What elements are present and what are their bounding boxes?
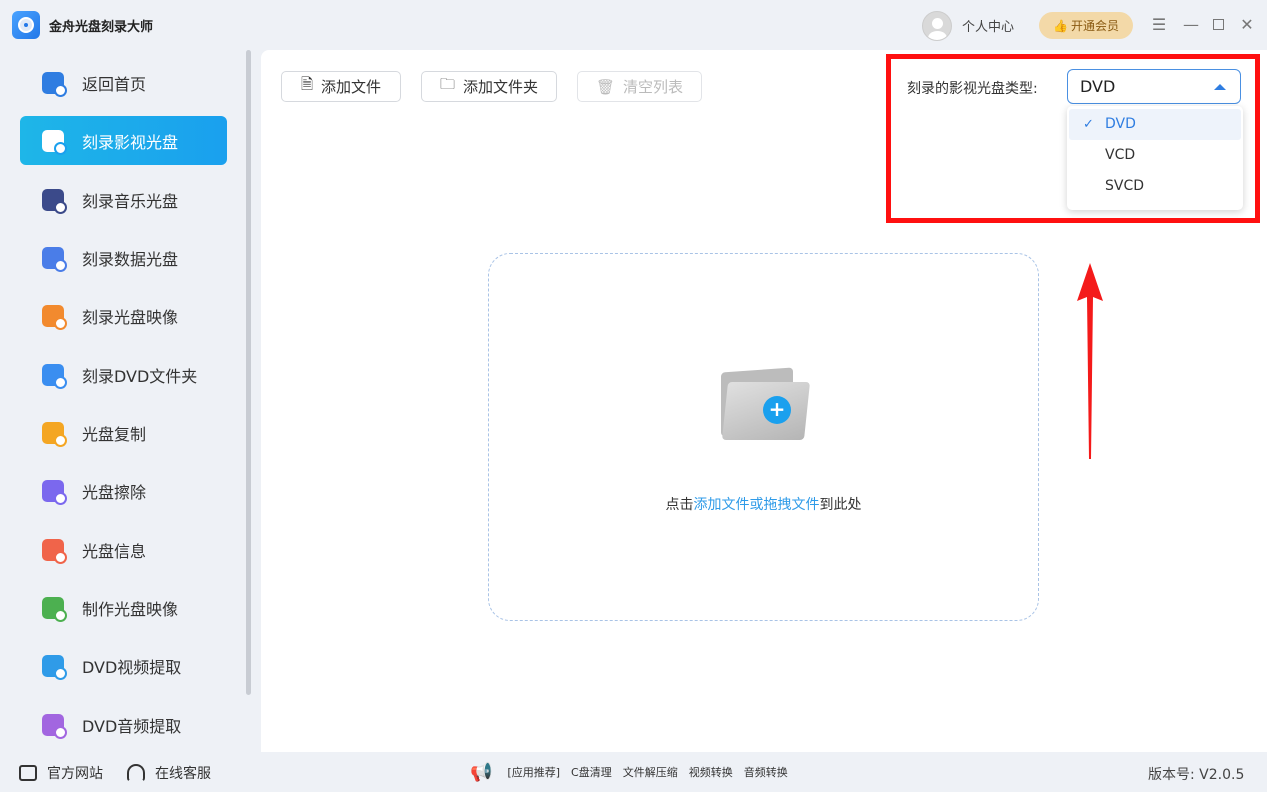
sidebar-scrollbar[interactable]: [246, 50, 251, 695]
erase-disc-icon: [42, 479, 67, 505]
file-drop-zone[interactable]: + 点击添加文件或拖拽文件到此处: [488, 253, 1039, 621]
app-recommendations: 📢 [应用推荐] C盘清理 文件解压缩 视频转换 音频转换: [470, 761, 788, 783]
sidebar-item-label: 返回首页: [82, 74, 147, 94]
official-site-link[interactable]: 官方网站: [19, 763, 103, 783]
highlight-frame: [886, 54, 1260, 223]
headset-icon: [127, 764, 145, 782]
red-arrow-icon: [1077, 263, 1103, 459]
music-disc-icon: [42, 188, 67, 214]
footer: 官方网站 在线客服 📢 [应用推荐] C盘清理 文件解压缩 视频转换 音频转换 …: [0, 752, 1267, 792]
copy-disc-icon: [42, 421, 67, 447]
sidebar-item-label: DVD音频提取: [82, 716, 182, 736]
audio-extract-icon: [42, 713, 67, 739]
vip-button-label: 开通会员: [1070, 19, 1119, 33]
sidebar-item-label: 光盘擦除: [82, 482, 147, 502]
main-panel: 🗎 添加文件 🗀 添加文件夹 🗑 清空列表 刻录的影视光盘类型: DVD ✓ D…: [261, 50, 1267, 752]
avatar[interactable]: [922, 11, 952, 41]
add-file-link[interactable]: 添加文件或拖拽文件: [694, 497, 820, 513]
sidebar-item-make-image[interactable]: 制作光盘映像: [20, 583, 227, 632]
sidebar-item-label: DVD视频提取: [82, 657, 182, 677]
promo-audio-convert[interactable]: 音频转换: [744, 764, 788, 780]
info-disc-icon: [42, 538, 67, 564]
app-title: 金舟光盘刻录大师: [49, 20, 154, 35]
promo-unzip[interactable]: 文件解压缩: [623, 764, 678, 780]
sidebar-item-label: 刻录影视光盘: [82, 132, 179, 152]
sidebar-item-burn-music[interactable]: 刻录音乐光盘: [20, 175, 227, 224]
sidebar-item-dvd-video-extract[interactable]: DVD视频提取: [20, 641, 227, 690]
add-folder-label: 添加文件夹: [463, 78, 539, 96]
sidebar-item-label: 光盘信息: [82, 541, 147, 561]
add-folder-illustration-icon: +: [721, 367, 811, 440]
title-bar: 金舟光盘刻录大师 个人中心 👍 开通会员 ☰ — ✕: [0, 0, 1267, 50]
sidebar-item-label: 刻录数据光盘: [82, 249, 179, 269]
add-file-label: 添加文件: [321, 78, 382, 96]
drop-zone-text: 点击添加文件或拖拽文件到此处: [665, 497, 862, 513]
sidebar-item-label: 刻录光盘映像: [82, 307, 179, 327]
vip-button[interactable]: 👍 开通会员: [1039, 12, 1133, 39]
sidebar-item-burn-video[interactable]: 刻录影视光盘: [20, 116, 227, 165]
home-icon: [42, 71, 67, 97]
sidebar-item-label: 刻录音乐光盘: [82, 191, 179, 211]
thumbs-up-icon: 👍: [1053, 18, 1068, 33]
dvd-folder-icon: [42, 363, 67, 389]
user-center-link[interactable]: 个人中心: [962, 16, 1014, 35]
video-disc-icon: [42, 129, 67, 155]
add-file-button[interactable]: 🗎 添加文件: [281, 71, 401, 102]
sidebar: 返回首页 刻录影视光盘 刻录音乐光盘 刻录数据光盘 刻录光盘映像 刻录DVD文件…: [0, 50, 250, 752]
app-logo-icon: [12, 11, 40, 39]
sidebar-item-burn-data[interactable]: 刻录数据光盘: [20, 233, 227, 282]
trash-icon: 🗑: [595, 77, 616, 96]
promo-c-clean[interactable]: C盘清理: [571, 764, 612, 780]
sidebar-item-label: 制作光盘映像: [82, 599, 179, 619]
sidebar-item-label: 光盘复制: [82, 424, 147, 444]
clear-list-button[interactable]: 🗑 清空列表: [577, 71, 702, 102]
sidebar-item-label: 刻录DVD文件夹: [82, 366, 198, 386]
version-label: 版本号: V2.0.5: [1148, 767, 1245, 783]
promo-label: [应用推荐]: [507, 766, 561, 779]
support-link[interactable]: 在线客服: [127, 763, 211, 783]
make-image-icon: [42, 596, 67, 622]
clear-list-label: 清空列表: [623, 78, 684, 96]
image-disc-icon: [42, 304, 67, 330]
maximize-icon[interactable]: [1208, 13, 1228, 37]
sidebar-item-dvd-audio-extract[interactable]: DVD音频提取: [20, 700, 227, 749]
sidebar-item-erase-disc[interactable]: 光盘擦除: [20, 466, 227, 515]
minimize-icon[interactable]: —: [1181, 13, 1201, 37]
sidebar-item-home[interactable]: 返回首页: [20, 58, 227, 107]
add-folder-button[interactable]: 🗀 添加文件夹: [421, 71, 557, 102]
video-extract-icon: [42, 654, 67, 680]
sidebar-item-copy-disc[interactable]: 光盘复制: [20, 408, 227, 457]
folder-icon: 🗀: [439, 75, 455, 93]
menu-icon[interactable]: ☰: [1149, 13, 1169, 37]
sidebar-item-burn-dvd-folder[interactable]: 刻录DVD文件夹: [20, 350, 227, 399]
monitor-icon: [19, 765, 37, 781]
close-icon[interactable]: ✕: [1237, 13, 1257, 37]
sidebar-item-burn-image[interactable]: 刻录光盘映像: [20, 291, 227, 340]
megaphone-icon: 📢: [470, 761, 493, 783]
sidebar-item-disc-info[interactable]: 光盘信息: [20, 525, 227, 574]
promo-video-convert[interactable]: 视频转换: [689, 764, 733, 780]
data-disc-icon: [42, 246, 67, 272]
file-icon: 🗎: [300, 75, 314, 93]
